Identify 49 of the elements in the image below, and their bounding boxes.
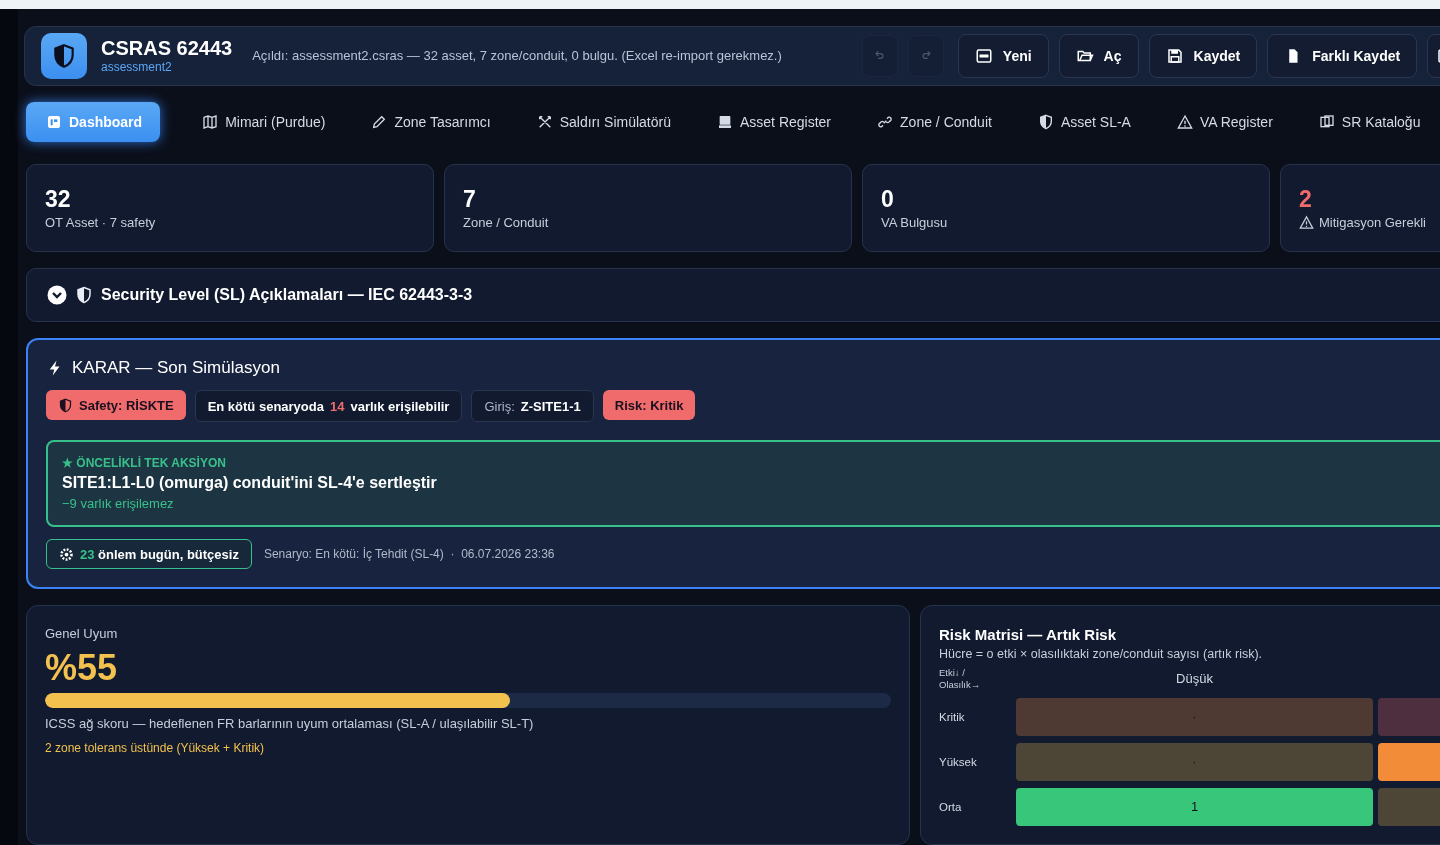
nav-tab[interactable]: Zone Tasarımcı <box>357 101 505 142</box>
nav-tab[interactable]: Mimari (Purdue) <box>188 101 340 142</box>
stat-value: 0 <box>881 185 895 213</box>
axis-label: Etki↓ / Olasılık→ <box>939 667 982 691</box>
stat-value: 7 <box>463 185 477 213</box>
compliance-value: %55 <box>45 647 119 689</box>
column-header: Düşük <box>1175 671 1214 687</box>
stat-label: Mitigasyon Gerekli <box>1319 214 1426 230</box>
section-title: Security Level (SL) Açıklamaları — IEC 62443-3-3 <box>101 285 473 304</box>
collapsible-section[interactable]: Security Level (SL) Açıklamaları — IEC 62443-3-3 <box>26 267 1440 322</box>
stat-label: VA Bulgusu <box>881 214 948 230</box>
matrix-cell: · <box>1016 742 1373 781</box>
toolbar-button[interactable]: Farklı Kaydet <box>1267 33 1418 78</box>
row-label: Orta <box>939 800 963 813</box>
nav-tab[interactable]: Zone / Conduit <box>863 101 1006 142</box>
status-tag: Safety: RİSKTE <box>46 390 186 420</box>
scenario-text: Senaryo: En kötü: İç Tehdit (SL-4) · 06.07.2026 23:36 <box>263 547 555 561</box>
toolbar-button[interactable]: Aç <box>1058 33 1139 78</box>
warning-text: 2 zone tolerans üstünde (Yüksek + Kritik) <box>45 741 266 755</box>
stat-value: 2 <box>1299 185 1313 213</box>
matrix-cell: 1 <box>1016 787 1373 826</box>
nav-tab[interactable]: SR Kataloğu <box>1304 101 1435 142</box>
action-title: SITE1:L1-L0 (omurga) conduit'ini SL-4'e sertleştir <box>62 474 438 492</box>
nav-tab[interactable]: Asset Register <box>703 101 846 142</box>
card-label: Genel Uyum <box>45 626 119 641</box>
stat-label: OT Asset · 7 safety <box>45 214 156 230</box>
nav-tab[interactable]: Saldırı Simülatörü <box>522 101 685 142</box>
file-name: assessment2 <box>101 60 173 75</box>
info-tag: Giriş: Z-SITE1-1 <box>471 390 594 422</box>
info-tag: En kötü senaryoda 14 varlık erişilebilir <box>194 390 463 422</box>
toolbar-button[interactable]: Yeni <box>957 33 1049 78</box>
nav-tab[interactable]: VA Register <box>1162 101 1287 142</box>
row-label: Yüksek <box>939 755 978 768</box>
stat-label: Zone / Conduit <box>463 214 549 230</box>
matrix-cell: · <box>1016 697 1373 736</box>
card-title: KARAR — Son Simülasyon <box>72 358 280 378</box>
status-message: Açıldı: assessment2.csras — 32 asset, 7 zone/conduit, 0 bulgu. (Excel re-import gerekmez.) <box>252 48 782 64</box>
action-kicker: ★ ÖNCELİKLİ TEK AKSİYON <box>62 456 227 470</box>
card-title: Risk Matrisi — Artık Risk <box>939 626 1117 643</box>
action-effect: −9 varlık erişilemez <box>62 496 175 511</box>
toolbar-button[interactable]: Kaydet <box>1148 33 1258 78</box>
status-tag: Risk: Kritik <box>602 390 696 420</box>
description-text: ICSS ağ skoru — hedeflenen FR barlarının uyum ortalaması (SL-A / ulaşılabilir SL-T) <box>45 716 535 731</box>
row-label: Kritik <box>939 710 966 723</box>
measures-tag: 23 önlem bugün, bütçesiz <box>46 539 252 569</box>
card-subtitle: Hücre = o etki × olasılıktaki zone/conduit sayısı (artık risk). <box>939 647 1264 661</box>
stat-value: 32 <box>45 185 72 213</box>
app-name: CSRAS 62443 <box>101 37 233 61</box>
nav-tab[interactable]: Asset SL-A <box>1023 101 1145 142</box>
